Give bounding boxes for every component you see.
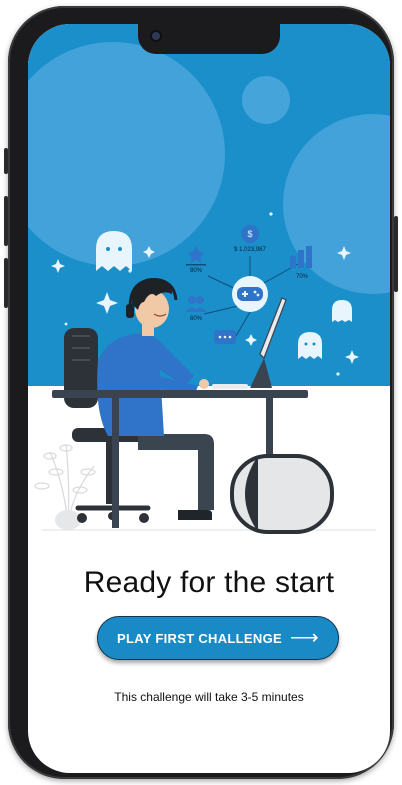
- stat-left-label: 80%: [190, 268, 203, 274]
- ghost-right: [298, 332, 322, 359]
- cloud-circle-top: [242, 76, 290, 124]
- phone-screen: 80% 70% 60% $ $ 1,023,987 Ready for the …: [28, 24, 390, 773]
- notch: [138, 24, 280, 54]
- mute-switch: [4, 148, 8, 174]
- balance-label: $ 1,023,987: [234, 247, 266, 253]
- ghost-left: [96, 231, 132, 271]
- phone-frame: 80% 70% 60% $ $ 1,023,987 Ready for the …: [4, 6, 398, 779]
- stat-bottom-label: 60%: [190, 316, 203, 322]
- gamepad-icon: [232, 276, 268, 312]
- svg-text:$: $: [247, 229, 252, 239]
- cta-label: PLAY FIRST CHALLENGE: [117, 630, 282, 646]
- pc-tower: [230, 454, 334, 534]
- chat-bubble-icon: [214, 330, 236, 344]
- arrow-right-icon: ⟶: [289, 627, 319, 649]
- keyboard: [212, 384, 248, 389]
- volume-up-button: [4, 196, 8, 246]
- ghost-small: [332, 300, 352, 322]
- stat-right-label: 70%: [296, 274, 309, 280]
- power-button: [394, 216, 398, 292]
- play-first-challenge-button[interactable]: PLAY FIRST CHALLENGE ⟶: [97, 616, 339, 660]
- volume-down-button: [4, 258, 8, 308]
- front-camera-icon: [152, 32, 160, 40]
- gamer-illustration: 80% 70% 60% $ $ 1,023,987: [28, 24, 390, 534]
- plant-pot: [55, 510, 81, 530]
- page-title: Ready for the start: [83, 566, 335, 599]
- duration-note: This challenge will take 3-5 minutes: [114, 690, 304, 704]
